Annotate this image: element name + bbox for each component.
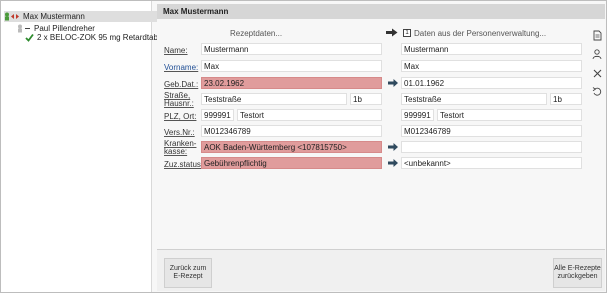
pv-versnr-field[interactable]: M012346789 (401, 125, 582, 137)
patient-icon (4, 12, 20, 21)
pv-plz-field[interactable]: 999991 (401, 109, 434, 121)
transfer-zuzstatus-arrow-icon[interactable] (388, 159, 398, 167)
label-versnr: Vers.Nr.: (164, 128, 195, 137)
label-plz: PLZ, Ort: (164, 112, 197, 121)
rx-ort-field[interactable]: Testort (237, 109, 382, 121)
person-button[interactable] (590, 47, 604, 61)
close-icon (593, 69, 601, 77)
prescription-column-header: Rezeptdaten... (230, 29, 283, 38)
page-title: Max Mustermann (157, 4, 605, 19)
tree-label-patient: Max Mustermann (23, 12, 85, 21)
bottom-toolbar (157, 249, 605, 291)
document-icon (593, 30, 601, 40)
transfer-gebdat-arrow-icon[interactable] (388, 79, 398, 87)
pv-vorname-field[interactable]: Max (401, 60, 582, 72)
label-gebdat: Geb.Dat.: (164, 80, 199, 89)
label-strasse: Straße, Hausnr.: (164, 92, 194, 108)
tree-item-drug[interactable]: 2 x BELOC-ZOK 95 mg Retardtable (25, 32, 164, 43)
rx-kasse-field[interactable]: AOK Baden-Württemberg <107815750> (201, 141, 382, 153)
back-to-erezept-button[interactable]: Zurück zum E-Rezept (164, 258, 212, 288)
undo-button[interactable] (590, 84, 604, 98)
page-title-text: Max Mustermann (163, 7, 229, 16)
close-button[interactable] (590, 66, 604, 80)
label-zuzstatus: Zuz.status: (164, 160, 204, 169)
pv-hausnr-field[interactable]: 1b (550, 93, 582, 105)
label-kasse-line2: kasse: (164, 147, 188, 156)
transfer-kasse-arrow-icon[interactable] (388, 143, 398, 151)
rx-name-field[interactable]: Mustermann (201, 43, 382, 55)
rx-plz-field[interactable]: 999991 (201, 109, 234, 121)
pv-ort-field[interactable]: Testort (437, 109, 582, 121)
label-vorname: Vorname: (164, 63, 199, 72)
info-badge: 1 (403, 29, 411, 37)
pv-kasse-field[interactable] (401, 141, 582, 153)
rx-gebdat-field[interactable]: 23.02.1962 (201, 77, 382, 89)
rx-zuzstatus-field[interactable]: Gebührenpflichtig (201, 157, 382, 169)
pv-zuzstatus-field[interactable]: <unbekannt> (401, 157, 582, 169)
prescription-tree: Max Mustermann Paul Pillendreher 2 x BEL… (1, 1, 164, 292)
document-button[interactable] (590, 28, 604, 42)
return-all-line2: zurückgeben (557, 273, 598, 280)
back-button-line2: E-Rezept (173, 273, 203, 280)
pv-name-field[interactable]: Mustermann (401, 43, 582, 55)
pv-strasse-field[interactable]: Teststraße (401, 93, 547, 105)
person-icon (592, 48, 602, 59)
tree-item-patient[interactable]: Max Mustermann (4, 11, 157, 22)
transfer-all-icon[interactable] (386, 28, 398, 37)
rx-hausnr-field[interactable]: 1b (350, 93, 382, 105)
label-name: Name: (164, 46, 188, 55)
tree-label-drug: 2 x BELOC-ZOK 95 mg Retardtable (37, 33, 165, 42)
rx-strasse-field[interactable]: Teststraße (201, 93, 347, 105)
return-all-erezepte-button[interactable]: Alle E-Rezepte zurückgeben (553, 258, 602, 288)
person-admin-column-header: Daten aus der Personenverwaltung... (414, 29, 547, 38)
label-strasse-line2: Hausnr.: (164, 99, 194, 108)
rx-vorname-field[interactable]: Max (201, 60, 382, 72)
return-all-line1: Alle E-Rezepte (554, 265, 601, 272)
action-sidebar (587, 24, 605, 104)
pv-gebdat-field[interactable]: 01.01.1962 (401, 77, 582, 89)
undo-icon (592, 87, 602, 96)
label-kasse: Kranken- kasse: (164, 140, 196, 156)
rx-versnr-field[interactable]: M012346789 (201, 125, 382, 137)
back-button-line1: Zurück zum (169, 265, 207, 272)
checkmark-icon (25, 33, 34, 42)
